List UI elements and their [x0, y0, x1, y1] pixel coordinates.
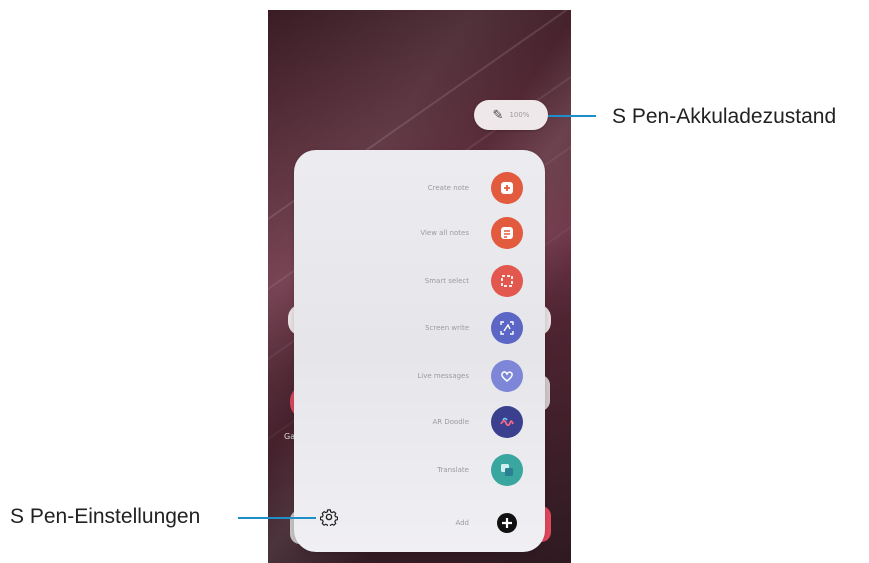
menu-item-label: Smart select [424, 277, 469, 285]
menu-item-label: Translate [437, 466, 469, 474]
smart-select-icon[interactable] [491, 265, 523, 297]
menu-item-smart-select[interactable]: Smart select [294, 265, 545, 307]
menu-item-label: Live messages [417, 372, 469, 380]
battery-percent: 100% [509, 111, 530, 119]
create-note-icon[interactable] [491, 172, 523, 204]
callout-line-settings [238, 517, 316, 519]
pen-icon: ✎ [492, 107, 504, 123]
live-messages-icon[interactable] [491, 360, 523, 392]
menu-item-live-messages[interactable]: Live messages [294, 360, 545, 402]
menu-item-translate[interactable]: Translate [294, 454, 545, 496]
callout-label-settings: S Pen-Einstellungen [10, 505, 201, 528]
menu-item-label: Add [455, 519, 469, 527]
view-notes-icon[interactable] [491, 217, 523, 249]
menu-item-label: Screen write [425, 324, 469, 332]
translate-icon[interactable] [491, 454, 523, 486]
s-pen-battery-indicator: ✎ 100% [474, 100, 548, 130]
menu-item-label: View all notes [420, 229, 469, 237]
ar-doodle-icon[interactable] [491, 406, 523, 438]
callout-label-battery: S Pen-Akkuladezustand [612, 105, 837, 128]
menu-item-ar-doodle[interactable]: AR Doodle [294, 406, 545, 448]
air-command-panel: Create note View all notes Smart select … [294, 150, 545, 552]
menu-item-label: Create note [427, 184, 469, 192]
gear-icon[interactable] [319, 508, 339, 528]
add-icon[interactable] [491, 507, 523, 539]
menu-item-create-note[interactable]: Create note [294, 172, 545, 214]
menu-item-screen-write[interactable]: Screen write [294, 312, 545, 354]
menu-item-label: AR Doodle [432, 418, 469, 426]
callout-line-battery [548, 115, 596, 117]
menu-item-view-all-notes[interactable]: View all notes [294, 217, 545, 259]
screen-write-icon[interactable] [491, 312, 523, 344]
